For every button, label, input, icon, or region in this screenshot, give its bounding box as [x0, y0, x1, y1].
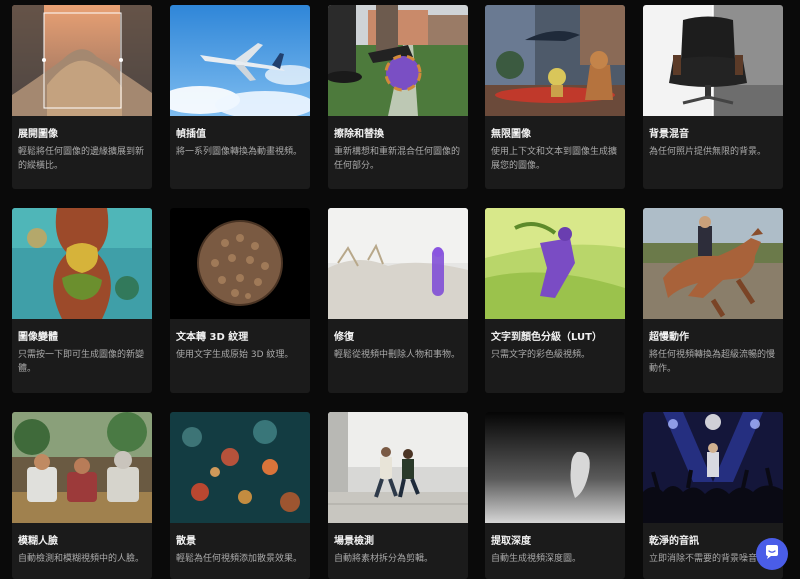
tool-title: 提取深度 — [491, 536, 531, 547]
tool-card-frame-interpolation[interactable]: 幀插值 將一系列圖像轉換為動畫視頻。 — [170, 5, 310, 189]
tool-description: 自動將素材拆分為剪輯。 — [334, 554, 434, 564]
tool-card-background-remix[interactable]: 背景混音 為任何照片提供無限的背景。 — [643, 5, 783, 189]
tool-card-text-to-color-grade[interactable]: 文字到顏色分級（LUT） 只需文字的彩色級視頻。 — [485, 208, 625, 393]
tool-title: 超慢動作 — [649, 332, 689, 343]
tool-card-super-slow-motion[interactable]: 超慢動作 將任何視頻轉換為超級流暢的慢動作。 — [643, 208, 783, 393]
airplane-thumbnail — [170, 5, 310, 116]
tool-title: 圖像變體 — [18, 332, 58, 343]
painted-vase-thumbnail — [12, 208, 152, 319]
color-grade-thumbnail — [485, 208, 625, 319]
tool-description: 自動生成視頻深度圖。 — [491, 554, 582, 564]
chat-button[interactable] — [756, 538, 788, 570]
lounge-chair-thumbnail — [643, 5, 783, 116]
tool-title: 文字到顏色分級（LUT） — [491, 332, 602, 343]
tool-title: 修復 — [334, 332, 354, 343]
tool-title: 背景混音 — [649, 129, 689, 140]
tool-description: 輕鬆從視頻中刪除人物和事物。 — [334, 350, 461, 360]
tool-grid: 展開圖像 輕鬆將任何圖像的邊緣擴展到新的縱橫比。 幀插值 將一系列圖像轉換為動畫… — [0, 0, 800, 579]
concert-crowd-thumbnail — [643, 412, 783, 523]
tool-card-image-variations[interactable]: 圖像變體 只需按一下即可生成圖像的新變體。 — [12, 208, 152, 393]
street-runners-thumbnail — [328, 412, 468, 523]
tool-card-erase-replace[interactable]: 擦除和替換 重新構想和重新混合任何圖像的任何部分。 — [328, 5, 468, 189]
tool-title: 文本轉 3D 紋理 — [176, 332, 249, 343]
depth-map-thumbnail — [485, 412, 625, 523]
image-expand-thumbnail — [12, 5, 152, 116]
tool-description: 重新構想和重新混合任何圖像的任何部分。 — [334, 147, 461, 171]
chat-bubble-icon — [764, 544, 780, 564]
tool-description: 為任何照片提供無限的背景。 — [649, 147, 767, 157]
tool-title: 幀插值 — [176, 129, 206, 140]
tool-description: 將一系列圖像轉換為動畫視頻。 — [176, 147, 303, 157]
tool-description: 只需按一下即可生成圖像的新變體。 — [18, 350, 145, 374]
tool-card-blur-faces[interactable]: 模糊人臉 自動檢測和模糊視頻中的人臉。 — [12, 412, 152, 579]
tool-card-scene-detection[interactable]: 場景檢測 自動將素材拆分為剪輯。 — [328, 412, 468, 579]
tool-title: 模糊人臉 — [18, 536, 58, 547]
bokeh-lights-thumbnail — [170, 412, 310, 523]
surreal-scene-thumbnail — [485, 5, 625, 116]
tool-title: 無限圖像 — [491, 129, 531, 140]
beach-thumbnail — [328, 208, 468, 319]
family-scene-thumbnail — [12, 412, 152, 523]
tool-card-bokeh[interactable]: 散景 輕鬆為任何視頻添加散景效果。 — [170, 412, 310, 579]
tool-title: 擦除和替換 — [334, 129, 384, 140]
tool-description: 輕鬆為任何視頻添加散景效果。 — [176, 554, 303, 564]
tool-description: 自動檢測和模糊視頻中的人臉。 — [18, 554, 145, 564]
tool-card-infinite-image[interactable]: 無限圖像 使用上下文和文本到圖像生成擴展您的圖像。 — [485, 5, 625, 189]
tool-description: 將任何視頻轉換為超級流暢的慢動作。 — [649, 350, 776, 374]
tool-title: 展開圖像 — [18, 129, 58, 140]
tool-title: 場景檢測 — [334, 536, 374, 547]
textured-sphere-thumbnail — [170, 208, 310, 319]
tool-card-text-to-3d-texture[interactable]: 文本轉 3D 紋理 使用文字生成原始 3D 紋理。 — [170, 208, 310, 393]
tool-description: 只需文字的彩色級視頻。 — [491, 350, 591, 360]
tool-description: 輕鬆將任何圖像的邊緣擴展到新的縱橫比。 — [18, 147, 145, 171]
soccer-ball-thumbnail — [328, 5, 468, 116]
tool-card-expand-image[interactable]: 展開圖像 輕鬆將任何圖像的邊緣擴展到新的縱橫比。 — [12, 5, 152, 189]
tool-description: 使用上下文和文本到圖像生成擴展您的圖像。 — [491, 147, 618, 171]
tool-description: 使用文字生成原始 3D 紋理。 — [176, 350, 294, 360]
tool-card-extract-depth[interactable]: 提取深度 自動生成視頻深度圖。 — [485, 412, 625, 579]
horse-rider-thumbnail — [643, 208, 783, 319]
tool-card-inpainting[interactable]: 修復 輕鬆從視頻中刪除人物和事物。 — [328, 208, 468, 393]
tool-title: 散景 — [176, 536, 196, 547]
